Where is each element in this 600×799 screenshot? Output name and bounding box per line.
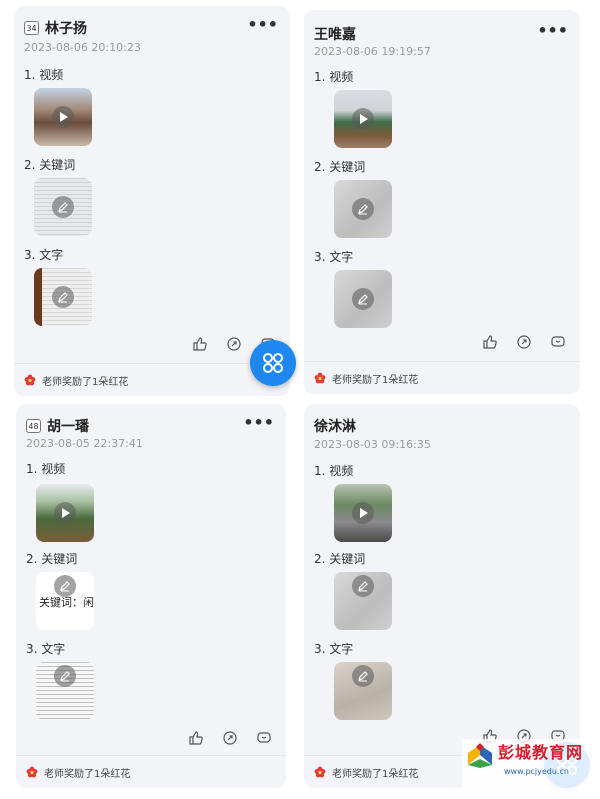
section-label-text: 3. 文字 (314, 250, 354, 264)
more-options-button[interactable]: ••• (243, 415, 274, 431)
award-text: 老师奖励了1朵红花 (44, 768, 131, 780)
pencil-icon (54, 665, 76, 687)
card-header: 徐沐淋 (314, 416, 570, 436)
award-footer: 老师奖励了1朵红花 (14, 363, 290, 396)
section-label-keyword: 2. 关键词 (24, 158, 76, 172)
play-icon (54, 502, 76, 524)
thumbs-up-icon[interactable] (192, 336, 208, 352)
watermark-url: www.pcjyedu.cn (504, 767, 569, 776)
pencil-icon (352, 288, 374, 310)
text-image-thumbnail[interactable] (334, 270, 392, 328)
section-label-video: 1. 视频 (314, 464, 354, 478)
keyword-image-thumbnail[interactable] (334, 572, 392, 630)
section-label-keyword: 2. 关键词 (26, 552, 78, 566)
play-icon (352, 108, 374, 130)
red-flower-icon (314, 372, 326, 384)
text-image-thumbnail[interactable] (34, 268, 92, 326)
floating-menu-button[interactable] (250, 340, 296, 386)
submission-card-3: 48 胡一璠 ••• 2023-08-05 22:37:41 1. 视频 2. … (16, 404, 286, 788)
keyword-image-thumbnail[interactable]: 关键词：闲适 (36, 572, 94, 630)
keyword-image-thumbnail[interactable] (34, 178, 92, 236)
watermark-logo-icon (468, 743, 492, 768)
student-name: 王唯嘉 (314, 27, 356, 43)
text-image-thumbnail[interactable] (334, 662, 392, 720)
section-label-keyword: 2. 关键词 (314, 160, 366, 174)
pencil-icon (52, 286, 74, 308)
video-thumbnail[interactable] (334, 90, 392, 148)
pencil-icon (352, 198, 374, 220)
submit-time: 2023-08-06 19:19:57 (314, 45, 431, 58)
video-thumbnail[interactable] (34, 88, 92, 146)
red-flower-icon (24, 374, 36, 386)
pencil-icon (352, 575, 374, 597)
section-label-video: 1. 视频 (26, 462, 66, 476)
section-label-text: 3. 文字 (314, 642, 354, 656)
award-text: 老师奖励了1朵红花 (332, 374, 419, 386)
submit-time: 2023-08-05 22:37:41 (26, 437, 143, 450)
thumbs-up-icon[interactable] (482, 334, 498, 350)
more-options-button[interactable]: ••• (247, 17, 278, 33)
pencil-icon (54, 575, 76, 597)
keyword-image-thumbnail[interactable] (334, 180, 392, 238)
submit-time: 2023-08-03 09:16:35 (314, 438, 431, 451)
student-name: 徐沐淋 (314, 419, 356, 435)
watermark-title: 彭城教育网 (498, 743, 584, 762)
award-text: 老师奖励了1朵红花 (332, 768, 419, 780)
section-label-text: 3. 文字 (24, 248, 64, 262)
share-icon[interactable] (222, 730, 238, 746)
more-options-button[interactable]: ••• (537, 23, 568, 39)
section-label-keyword: 2. 关键词 (314, 552, 366, 566)
student-name: 胡一璠 (47, 419, 89, 435)
card-header: 34 林子扬 ••• (24, 17, 280, 38)
site-watermark: 彭城教育网 www.pcjyedu.cn (462, 739, 598, 797)
student-number-badge: 48 (26, 419, 41, 433)
submission-card-2: 王唯嘉 ••• 2023-08-06 19:19:57 1. 视频 2. 关键词… (304, 10, 580, 394)
text-image-thumbnail[interactable] (36, 662, 94, 720)
card-actions (188, 730, 272, 746)
submission-card-1: 34 林子扬 ••• 2023-08-06 20:10:23 1. 视频 2. … (14, 6, 290, 396)
award-footer: 老师奖励了1朵红花 (16, 755, 286, 788)
section-label-video: 1. 视频 (24, 68, 64, 82)
comment-icon[interactable] (550, 334, 566, 350)
red-flower-icon (26, 766, 38, 778)
play-icon (52, 106, 74, 128)
award-text: 老师奖励了1朵红花 (42, 376, 129, 388)
student-name: 林子扬 (45, 21, 87, 37)
section-label-video: 1. 视频 (314, 70, 354, 84)
card-header: 48 胡一璠 ••• (26, 415, 276, 436)
section-label-text: 3. 文字 (26, 642, 66, 656)
thumbs-up-icon[interactable] (188, 730, 204, 746)
submission-card-4: 徐沐淋 2023-08-03 09:16:35 1. 视频 2. 关键词 3. … (304, 404, 580, 788)
red-flower-icon (314, 766, 326, 778)
card-actions (482, 334, 566, 350)
submit-time: 2023-08-06 20:10:23 (24, 41, 141, 54)
grid-menu-icon (263, 353, 283, 373)
video-thumbnail[interactable] (334, 484, 392, 542)
play-icon (352, 502, 374, 524)
video-thumbnail[interactable] (36, 484, 94, 542)
award-footer: 老师奖励了1朵红花 (304, 361, 580, 394)
card-header: 王唯嘉 ••• (314, 23, 570, 44)
student-number-badge: 34 (24, 21, 39, 35)
pencil-icon (52, 196, 74, 218)
share-icon[interactable] (226, 336, 242, 352)
pencil-icon (352, 665, 374, 687)
comment-icon[interactable] (256, 730, 272, 746)
share-icon[interactable] (516, 334, 532, 350)
